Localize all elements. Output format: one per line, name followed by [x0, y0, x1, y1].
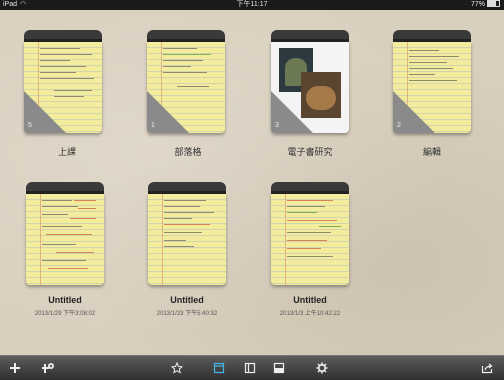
- note-page: [148, 194, 226, 285]
- notebook-cover: 3: [271, 42, 349, 133]
- add-notebook-button[interactable]: [36, 356, 58, 380]
- note-untitled-3[interactable]: [271, 182, 349, 285]
- note-spine: [271, 182, 349, 194]
- status-bar: iPad ◠ 下午11:17 77%: [0, 0, 504, 10]
- notebook-title[interactable]: 電子書研究: [255, 145, 365, 158]
- split-view-button[interactable]: [239, 356, 261, 380]
- note-spine: [148, 182, 226, 194]
- notebook-ebook-research[interactable]: 3: [271, 30, 349, 133]
- grid-view-button[interactable]: [208, 356, 230, 380]
- notebook-count: 1: [151, 122, 155, 129]
- list-view-icon: [273, 362, 285, 374]
- note-page: [26, 194, 104, 285]
- notebook-title[interactable]: 編輯: [377, 145, 487, 158]
- note-title[interactable]: Untitled: [255, 295, 365, 305]
- notebook-cover: 1: [147, 42, 225, 133]
- note-page: [271, 194, 349, 285]
- favorites-button[interactable]: [166, 356, 188, 380]
- battery-indicator: 77%: [471, 0, 500, 10]
- note-title[interactable]: Untitled: [132, 295, 242, 305]
- notebook-cover: 2: [393, 42, 471, 133]
- note-untitled-2[interactable]: [148, 182, 226, 285]
- note-date: 2013/1/29 下午3:08:02: [34, 311, 96, 317]
- share-button[interactable]: [476, 356, 498, 380]
- notebook-count: 2: [397, 122, 401, 129]
- notebook-spine: [147, 30, 225, 42]
- list-view-button[interactable]: [268, 356, 290, 380]
- settings-button[interactable]: [311, 356, 333, 380]
- star-icon: [171, 362, 183, 374]
- grid-view-icon: [213, 362, 225, 374]
- share-icon: [481, 363, 493, 374]
- notebook-count: 3: [275, 122, 279, 129]
- settings-icon: [316, 362, 328, 374]
- notebook-spine: [271, 30, 349, 42]
- add-notebook-icon: [42, 363, 54, 373]
- battery-icon: [487, 0, 500, 7]
- notebook-buluoge[interactable]: 1: [147, 30, 225, 133]
- notebook-shangke[interactable]: 5: [24, 30, 102, 133]
- notebook-title[interactable]: 部落格: [133, 145, 243, 158]
- status-time: 下午11:17: [236, 1, 268, 8]
- notebook-count: 5: [28, 122, 32, 129]
- notebook-title[interactable]: 上課: [12, 145, 122, 158]
- note-date: 2013/1/3 上午10:42:22: [279, 311, 341, 317]
- notebook-spine: [393, 30, 471, 42]
- note-date: 2013/1/23 下午5:40:32: [156, 311, 218, 317]
- note-untitled-1[interactable]: [26, 182, 104, 285]
- battery-fill: [488, 1, 497, 6]
- note-spine: [26, 182, 104, 194]
- add-icon: [10, 363, 20, 373]
- notebook-cover: 5: [24, 42, 102, 133]
- notebook-bianji[interactable]: 2: [393, 30, 471, 133]
- bottom-toolbar: [0, 355, 504, 380]
- add-button[interactable]: [4, 356, 26, 380]
- notebook-spine: [24, 30, 102, 42]
- library-screen: iPad ◠ 下午11:17 77% 5 上課 1 部落格 3 電子書研究 2 …: [0, 0, 504, 380]
- note-title[interactable]: Untitled: [10, 295, 120, 305]
- split-view-icon: [244, 362, 256, 374]
